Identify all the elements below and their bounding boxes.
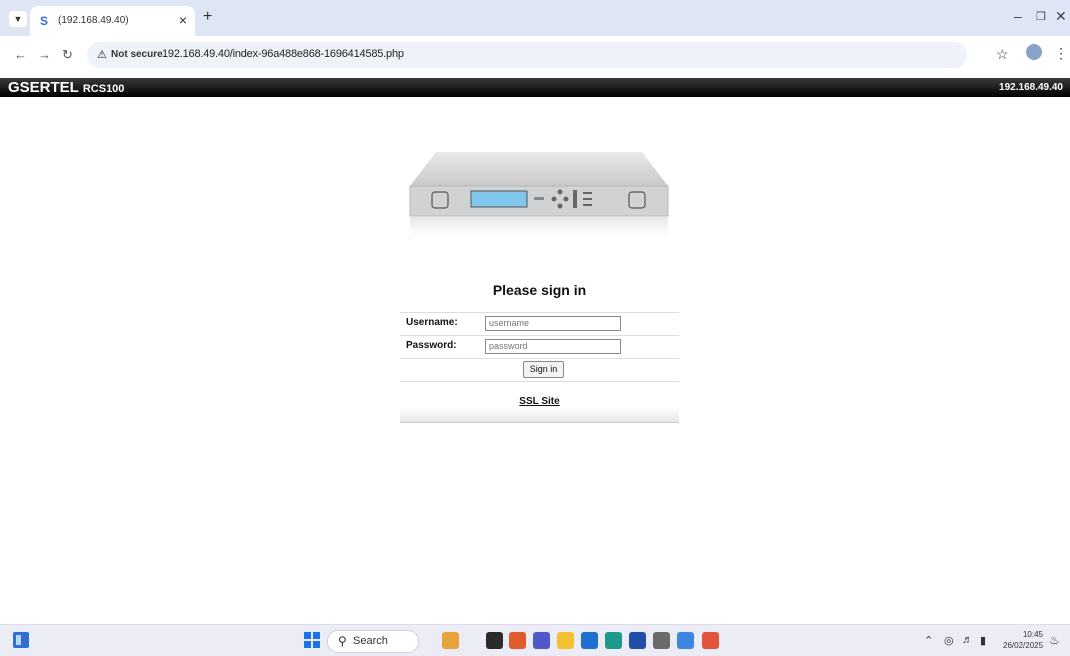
clock-date: 26/02/2025 — [1003, 641, 1044, 650]
back-icon[interactable]: ← — [14, 47, 27, 62]
password-label: Password: — [406, 340, 457, 351]
taskbar-app-icon[interactable] — [677, 632, 694, 649]
browser-tab-strip: ▼ S (192.168.49.40) × + – ❐ ✕ — [0, 0, 1070, 36]
more-menu-icon[interactable]: ⋮ — [1054, 45, 1068, 62]
taskbar-clock[interactable]: 10:45 26/02/2025 — [1003, 629, 1043, 651]
taskbar-app-icon[interactable] — [509, 632, 526, 649]
taskbar-app-icon[interactable] — [557, 632, 574, 649]
tab-search-menu-icon[interactable]: ▼ — [9, 11, 27, 27]
brand-logo: GSERTEL RCS100 — [8, 78, 124, 99]
start-icon[interactable] — [304, 632, 320, 648]
warning-icon[interactable]: ⚠ — [97, 48, 107, 61]
taskbar-search-label: Search — [353, 635, 388, 647]
notification-icon[interactable]: ♨ — [1049, 633, 1060, 647]
reload-icon[interactable]: ↻ — [62, 47, 73, 63]
search-icon: ⚲ — [338, 634, 347, 648]
taskbar-app-icon[interactable] — [581, 632, 598, 649]
login-title: Please sign in — [492, 282, 587, 298]
taskbar-app-icon[interactable] — [442, 632, 459, 649]
ssl-row: SSL Site — [400, 381, 679, 423]
taskbar-search[interactable]: ⚲ Search — [327, 630, 419, 653]
taskbar-app-icon[interactable] — [486, 632, 503, 649]
taskbar-app-icon[interactable] — [533, 632, 550, 649]
widgets-icon[interactable] — [13, 632, 29, 648]
bookmark-star-icon[interactable]: ☆ — [996, 46, 1009, 63]
device-image — [409, 152, 669, 244]
security-label[interactable]: Not secure — [111, 49, 163, 60]
taskbar-app-icon[interactable] — [702, 632, 719, 649]
clock-time: 10:45 — [1022, 630, 1043, 639]
password-row: Password: — [400, 335, 679, 358]
taskbar-app-icon[interactable] — [629, 632, 646, 649]
username-label: Username: — [406, 317, 458, 328]
taskbar-app-icon[interactable] — [653, 632, 670, 649]
browser-tab[interactable]: S (192.168.49.40) × — [30, 6, 195, 36]
address-bar[interactable]: ⚠ Not secure 192.168.49.40/index-96a488e… — [87, 42, 967, 68]
tray-chevron-icon[interactable]: ⌃ — [924, 634, 933, 647]
sign-in-button[interactable]: Sign in — [523, 361, 564, 378]
volume-icon[interactable]: ♬ — [962, 634, 973, 646]
restore-icon[interactable]: ❐ — [1036, 10, 1046, 23]
network-icon[interactable]: ◎ — [944, 634, 954, 647]
username-row: Username: — [400, 312, 679, 335]
username-input[interactable] — [485, 316, 621, 331]
login-form: Username: Password: Sign in SSL Site — [400, 312, 679, 423]
site-favicon-icon: S — [40, 14, 49, 28]
ssl-site-link[interactable]: SSL Site — [400, 396, 679, 407]
taskbar: ⚲ Search ⌃ ◎ ♬ ▮ 10:45 26/02/2025 ♨ — [0, 624, 1070, 656]
site-header: GSERTEL RCS100 192.168.49.40 — [0, 78, 1070, 97]
taskbar-app-icon[interactable] — [605, 632, 622, 649]
browser-toolbar: ← → ↻ ⚠ Not secure 192.168.49.40/index-9… — [0, 36, 1070, 74]
brand-name: GSERTEL — [8, 79, 79, 96]
minimize-icon[interactable]: – — [1014, 8, 1022, 24]
battery-icon[interactable]: ▮ — [980, 634, 986, 647]
url-text[interactable]: 192.168.49.40/index-96a488e868-169641458… — [162, 48, 404, 60]
device-ip: 192.168.49.40 — [999, 82, 1063, 93]
profile-icon[interactable] — [1026, 44, 1042, 60]
password-input[interactable] — [485, 339, 621, 354]
new-tab-button[interactable]: + — [203, 8, 212, 26]
close-window-icon[interactable]: ✕ — [1055, 8, 1067, 25]
tab-close-icon[interactable]: × — [179, 12, 187, 28]
forward-icon[interactable]: → — [38, 47, 51, 62]
tab-title: (192.168.49.40) — [58, 15, 129, 26]
brand-model: RCS100 — [82, 83, 125, 95]
